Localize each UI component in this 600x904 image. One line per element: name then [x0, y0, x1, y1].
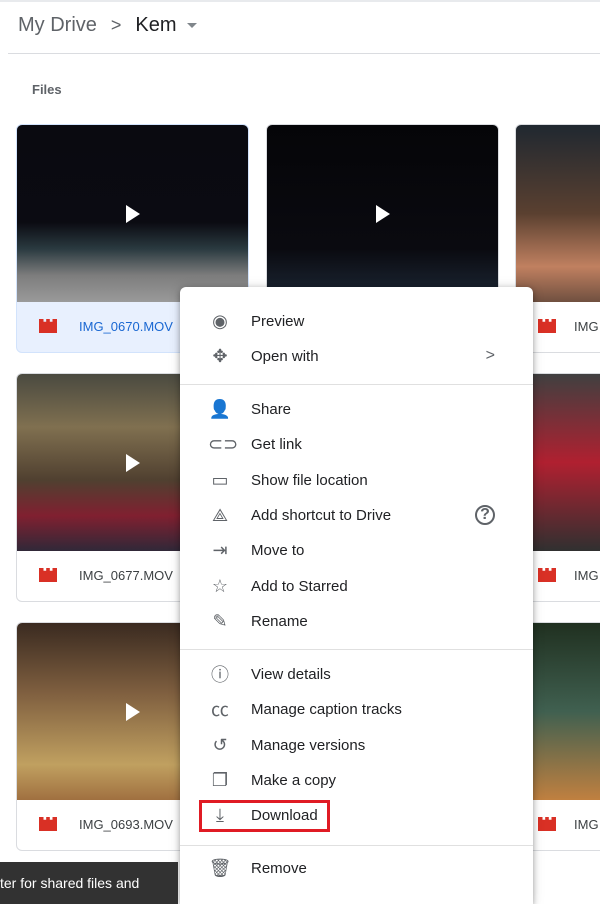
menu-divider	[180, 649, 533, 650]
menu-item-view-details[interactable]: ⓘ View details	[180, 657, 533, 691]
move-arrows-icon: ✥	[212, 345, 228, 366]
breadcrumb: My Drive > Kem	[18, 14, 197, 37]
menu-item-preview[interactable]: ◉ Preview	[180, 304, 533, 338]
chevron-right-icon: >	[485, 347, 495, 364]
play-icon	[375, 204, 390, 223]
context-menu: ◉ Preview ✥ Open with > 👤 Share ⊂⊃ Get link ▭ Show…	[180, 287, 533, 904]
trash-icon: 🗑	[208, 857, 232, 878]
menu-item-get-link[interactable]: ⊂⊃ Get link	[180, 427, 533, 461]
toast-message: ter for shared files and	[0, 862, 178, 904]
file-name: IMG_0677.MOV	[79, 567, 173, 583]
video-file-icon	[538, 319, 556, 333]
add-shortcut-icon: ⟁	[211, 504, 229, 525]
menu-item-label: View details	[251, 665, 331, 683]
play-icon	[125, 204, 140, 223]
menu-item-label: Share	[251, 400, 292, 418]
file-name: IMG	[574, 318, 599, 334]
menu-item-move-to[interactable]: ⇥ Move to	[180, 533, 533, 567]
menu-item-label: Add to Starred	[251, 577, 348, 595]
section-label: Files	[32, 82, 62, 97]
menu-item-add-shortcut-to-drive[interactable]: ⟁ Add shortcut to Drive?	[180, 498, 533, 532]
menu-item-manage-versions[interactable]: ↺ Manage versions	[180, 728, 533, 762]
video-file-icon	[39, 817, 57, 831]
video-thumbnail[interactable]	[516, 125, 600, 302]
menu-item-add-to-starred[interactable]: ☆ Add to Starred	[180, 569, 533, 603]
chevron-right-icon: >	[110, 15, 122, 35]
menu-item-remove[interactable]: 🗑 Remove	[180, 851, 533, 885]
menu-item-label: Make a copy	[251, 771, 337, 789]
menu-item-open-with[interactable]: ✥ Open with >	[180, 339, 533, 373]
file-name: IMG	[574, 567, 599, 583]
info-icon: ⓘ	[211, 665, 229, 685]
eye-icon: ◉	[212, 310, 228, 331]
video-file-icon	[39, 568, 57, 582]
video-file-icon	[39, 319, 57, 333]
person-add-icon: 👤	[208, 398, 232, 419]
caret-down-icon[interactable]	[186, 23, 197, 28]
copy-icon: ❐	[211, 769, 229, 790]
menu-item-label: Move to	[251, 541, 305, 559]
menu-item-label: Open with	[251, 347, 319, 365]
download-highlight-box	[199, 800, 330, 832]
video-file-icon	[538, 817, 556, 831]
play-icon	[125, 702, 140, 721]
menu-item-label: Rename	[251, 612, 308, 630]
folder-icon: ▭	[211, 469, 229, 490]
toast-text: ter for shared files and	[0, 875, 140, 891]
menu-item-label: Manage caption tracks	[251, 700, 402, 718]
divider	[8, 53, 600, 54]
menu-item-label: Manage versions	[251, 736, 366, 754]
menu-item-rename[interactable]: ✎ Rename	[180, 604, 533, 638]
menu-item-manage-caption-tracks[interactable]: ㏄ Manage caption tracks	[180, 692, 533, 726]
menu-item-label: Show file location	[251, 471, 368, 489]
breadcrumb-my-drive[interactable]: My Drive	[18, 14, 97, 37]
menu-item-show-file-location[interactable]: ▭ Show file location	[180, 463, 533, 497]
help-icon[interactable]: ?	[475, 505, 495, 525]
file-name: IMG	[574, 816, 599, 832]
history-icon: ↺	[212, 734, 228, 755]
link-icon: ⊂⊃	[208, 433, 239, 454]
menu-divider	[180, 845, 533, 846]
video-thumbnail[interactable]	[267, 125, 498, 302]
star-icon: ☆	[211, 575, 229, 596]
pencil-icon: ✎	[212, 610, 228, 631]
menu-item-label: Remove	[251, 859, 307, 877]
menu-item-label: Get link	[251, 435, 302, 453]
file-name: IMG_0693.MOV	[79, 816, 173, 832]
video-file-icon	[538, 568, 556, 582]
move-to-folder-icon: ⇥	[212, 539, 228, 560]
menu-divider	[180, 384, 533, 385]
play-icon	[125, 453, 140, 472]
closed-caption-icon: ㏄	[211, 700, 229, 720]
menu-item-label: Preview	[251, 312, 305, 330]
video-thumbnail[interactable]	[17, 125, 248, 302]
file-name: IMG_0670.MOV	[79, 318, 173, 334]
menu-item-label: Add shortcut to Drive	[251, 506, 392, 524]
menu-item-make-a-copy[interactable]: ❐ Make a copy	[180, 763, 533, 797]
top-border	[0, 0, 600, 2]
menu-item-share[interactable]: 👤 Share	[180, 392, 533, 426]
breadcrumb-current-folder[interactable]: Kem	[135, 14, 176, 37]
